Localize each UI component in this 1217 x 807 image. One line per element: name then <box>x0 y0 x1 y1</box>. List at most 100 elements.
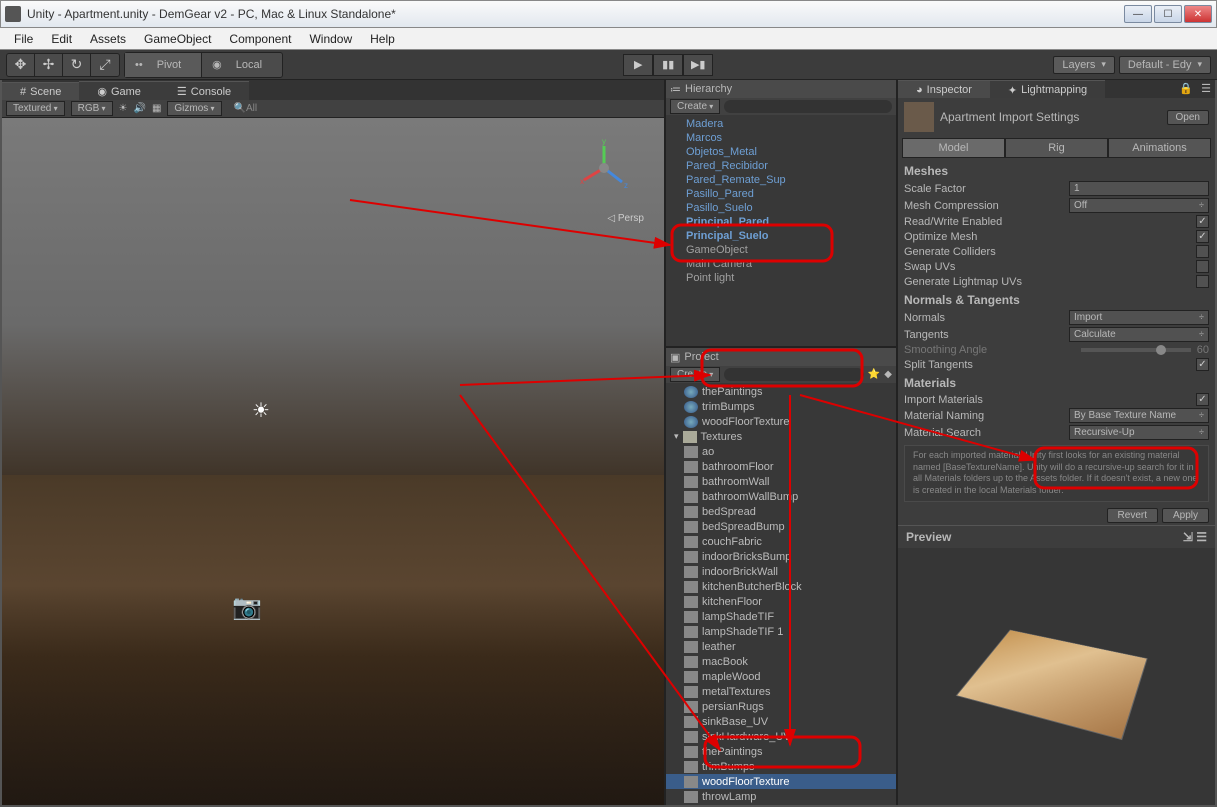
preview-viewport[interactable] <box>898 548 1215 805</box>
menu-edit[interactable]: Edit <box>43 30 80 48</box>
apply-button[interactable]: Apply <box>1162 508 1209 523</box>
menu-gameobject[interactable]: GameObject <box>136 30 219 48</box>
hierarchy-item[interactable]: Point light <box>666 271 896 285</box>
tab-console[interactable]: ☰ Console <box>159 81 249 100</box>
hierarchy-search[interactable] <box>724 100 892 113</box>
menu-file[interactable]: File <box>6 30 41 48</box>
hierarchy-item[interactable]: Principal_Pared <box>666 215 896 229</box>
project-item[interactable]: metalTextures <box>666 684 896 699</box>
revert-button[interactable]: Revert <box>1107 508 1158 523</box>
camera-gizmo-icon[interactable]: 📷 <box>232 593 262 622</box>
close-button[interactable]: ✕ <box>1184 5 1212 23</box>
project-item[interactable]: persianRugs <box>666 699 896 714</box>
project-item[interactable]: indoorBricksBump <box>666 549 896 564</box>
smoothing-slider[interactable] <box>1081 348 1191 352</box>
layers-dropdown[interactable]: Layers <box>1053 56 1115 74</box>
scale-tool[interactable]: ⤢ <box>91 54 119 76</box>
menu-window[interactable]: Window <box>301 30 360 48</box>
project-header[interactable]: ▣ Project <box>666 348 896 366</box>
project-item[interactable]: ▾ Textures <box>666 429 896 444</box>
pause-button[interactable]: ▮▮ <box>653 54 683 76</box>
hierarchy-item[interactable]: Pasillo_Pared <box>666 187 896 201</box>
swap-uvs-checkbox[interactable] <box>1196 260 1209 273</box>
project-item[interactable]: bathroomWall <box>666 474 896 489</box>
scene-fx-toggle[interactable]: ▦ <box>152 103 161 114</box>
hierarchy-item[interactable]: Pared_Remate_Sup <box>666 173 896 187</box>
project-item[interactable]: indoorBrickWall <box>666 564 896 579</box>
material-naming-dropdown[interactable]: By Base Texture Name <box>1069 408 1209 423</box>
menu-help[interactable]: Help <box>362 30 403 48</box>
inspector-lock-icon[interactable]: 🔒 <box>1175 80 1197 98</box>
hierarchy-header[interactable]: ≔ Hierarchy <box>666 80 896 98</box>
project-search[interactable] <box>724 368 864 381</box>
tab-animations[interactable]: Animations <box>1108 138 1211 158</box>
project-item[interactable]: woodFloorTexture <box>666 774 896 789</box>
project-item[interactable]: bathroomWallBump <box>666 489 896 504</box>
light-gizmo-icon[interactable]: ☀ <box>252 398 270 423</box>
split-tangents-checkbox[interactable] <box>1196 358 1209 371</box>
search-all[interactable]: 🔍All <box>234 103 258 114</box>
rgb-dropdown[interactable]: RGB <box>71 101 113 116</box>
move-tool[interactable]: ✢ <box>35 54 63 76</box>
scene-view[interactable]: ☀ 📷 y x z ◁ Persp <box>2 118 664 805</box>
project-item[interactable]: throwLamp <box>666 789 896 804</box>
scene-light-toggle[interactable]: ☀ <box>119 103 128 114</box>
project-item[interactable]: trimBumps <box>666 399 896 414</box>
tab-model[interactable]: Model <box>902 138 1005 158</box>
project-item[interactable]: lampShadeTIF 1 <box>666 624 896 639</box>
hierarchy-item[interactable]: Principal_Suelo <box>666 229 896 243</box>
project-item[interactable]: trimBumps <box>666 759 896 774</box>
tab-rig[interactable]: Rig <box>1005 138 1108 158</box>
tab-scene[interactable]: # Scene <box>2 82 79 100</box>
generate-colliders-checkbox[interactable] <box>1196 245 1209 258</box>
project-item[interactable]: kitchenFloor <box>666 594 896 609</box>
orientation-gizmo[interactable]: y x z <box>574 138 634 198</box>
hierarchy-item[interactable]: Madera <box>666 117 896 131</box>
project-item[interactable]: sinkBase_UV <box>666 714 896 729</box>
project-item[interactable]: kitchenButcherBlock <box>666 579 896 594</box>
rotate-tool[interactable]: ↻ <box>63 54 91 76</box>
project-create[interactable]: Create <box>670 367 720 382</box>
inspector-menu-icon[interactable]: ☰ <box>1197 80 1215 98</box>
project-item[interactable]: lampShadeTIF <box>666 609 896 624</box>
optimize-mesh-checkbox[interactable] <box>1196 230 1209 243</box>
project-type-icon[interactable]: ◆ <box>884 369 892 380</box>
maximize-button[interactable]: ☐ <box>1154 5 1182 23</box>
read-write-checkbox[interactable] <box>1196 215 1209 228</box>
project-item[interactable]: thePaintings <box>666 384 896 399</box>
project-item[interactable]: mapleWood <box>666 669 896 684</box>
normals-dropdown[interactable]: Import <box>1069 310 1209 325</box>
minimize-button[interactable]: — <box>1124 5 1152 23</box>
tab-inspector[interactable]: ◕ Inspector <box>898 80 990 98</box>
hierarchy-item[interactable]: Pasillo_Suelo <box>666 201 896 215</box>
hierarchy-item[interactable]: Marcos <box>666 131 896 145</box>
tab-game[interactable]: ◉ Game <box>79 81 159 100</box>
project-filter-icon[interactable]: ⭐ <box>868 369 880 380</box>
menu-component[interactable]: Component <box>221 30 299 48</box>
step-button[interactable]: ▶▮ <box>683 54 713 76</box>
gizmos-dropdown[interactable]: Gizmos <box>167 101 221 116</box>
preview-header[interactable]: Preview⇲ ☰ <box>898 525 1215 548</box>
hierarchy-create[interactable]: Create <box>670 99 720 114</box>
material-search-dropdown[interactable]: Recursive-Up <box>1069 425 1209 440</box>
mesh-compression-dropdown[interactable]: Off <box>1069 198 1209 213</box>
project-item[interactable]: bedSpread <box>666 504 896 519</box>
menu-assets[interactable]: Assets <box>82 30 134 48</box>
project-item[interactable]: bathroomFloor <box>666 459 896 474</box>
tab-lightmapping[interactable]: ✦ Lightmapping <box>990 80 1105 98</box>
hierarchy-item[interactable]: Objetos_Metal <box>666 145 896 159</box>
project-item[interactable]: woodFloorTexture <box>666 414 896 429</box>
import-materials-checkbox[interactable] <box>1196 393 1209 406</box>
layout-dropdown[interactable]: Default - Edy <box>1119 56 1211 74</box>
shading-dropdown[interactable]: Textured <box>6 101 65 116</box>
project-item[interactable]: sinkHardware_UV <box>666 729 896 744</box>
project-item[interactable]: couchFabric <box>666 534 896 549</box>
local-toggle[interactable]: ◉Local <box>202 53 282 77</box>
generate-lightmap-checkbox[interactable] <box>1196 275 1209 288</box>
scale-factor-input[interactable]: 1 <box>1069 181 1209 196</box>
open-button[interactable]: Open <box>1167 110 1209 125</box>
tangents-dropdown[interactable]: Calculate <box>1069 327 1209 342</box>
project-item[interactable]: leather <box>666 639 896 654</box>
play-button[interactable]: ▶ <box>623 54 653 76</box>
project-item[interactable]: macBook <box>666 654 896 669</box>
